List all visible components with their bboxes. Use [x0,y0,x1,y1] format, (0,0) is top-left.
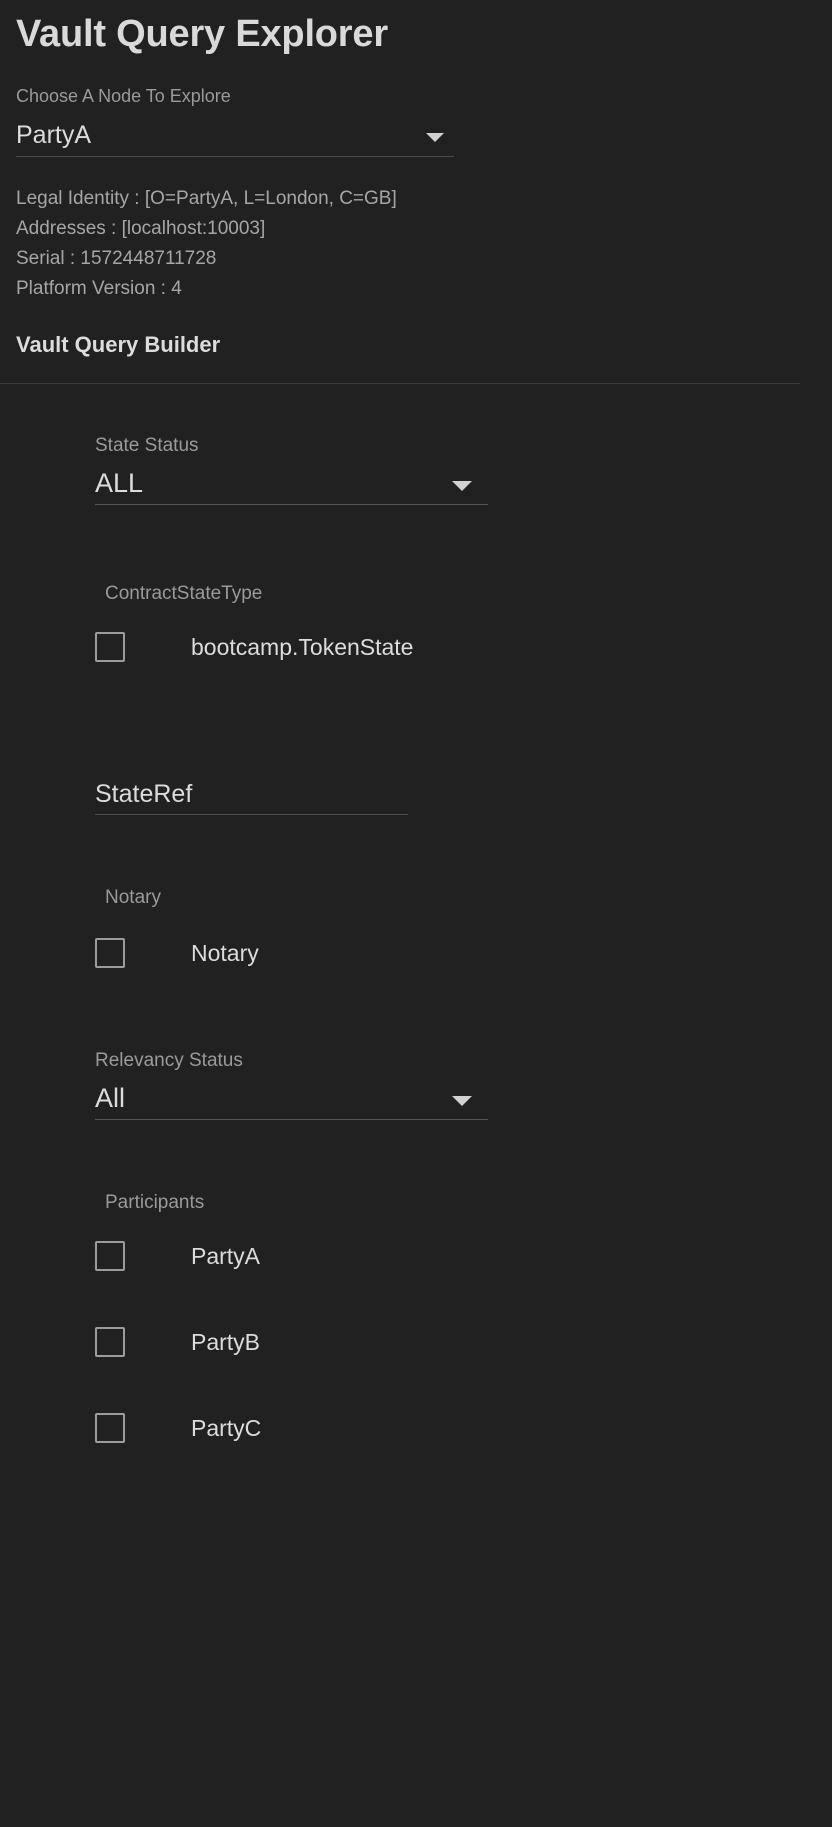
node-select-value: PartyA [16,118,91,156]
chevron-down-icon [452,481,472,491]
checkbox-label: bootcamp.TokenState [191,632,413,662]
node-select[interactable]: PartyA [16,112,454,157]
notary-checkbox[interactable] [95,938,125,968]
node-serial: Serial : 1572448711728 [16,244,816,274]
node-picker-label: Choose A Node To Explore [16,84,454,108]
participant-partyb-checkbox[interactable] [95,1327,125,1357]
participants-field: Participants PartyA PartyB PartyC [95,1190,816,1453]
checkbox-label: PartyA [191,1241,260,1271]
node-info: Legal Identity : [O=PartyA, L=London, C=… [16,184,816,304]
notary-field: Notary Notary [95,885,816,978]
chevron-down-icon [452,1096,472,1106]
contract-state-type-field: ContractStateType bootcamp.TokenState [95,581,816,672]
vault-query-builder-form: State Status ALL ContractStateType bootc… [16,384,816,1453]
state-status-value: ALL [95,465,143,504]
checkbox-label: PartyB [191,1327,260,1357]
checkbox-row[interactable]: bootcamp.TokenState [95,622,816,672]
contract-state-type-label: ContractStateType [95,581,816,607]
node-addresses: Addresses : [localhost:10003] [16,214,816,244]
participant-partya-checkbox[interactable] [95,1241,125,1271]
relevancy-status-select[interactable]: All [95,1074,488,1120]
state-ref-field: StateRef [95,770,816,815]
vault-query-builder-title: Vault Query Builder [16,304,816,360]
state-status-select[interactable]: ALL [95,459,488,505]
checkbox-label: PartyC [191,1413,261,1443]
relevancy-status-label: Relevancy Status [95,1048,816,1074]
checkbox-label: Notary [191,938,259,968]
relevancy-status-field: Relevancy Status All [95,1048,816,1120]
node-platform-version: Platform Version : 4 [16,274,816,304]
state-ref-value: StateRef [95,777,192,814]
state-ref-input[interactable]: StateRef [95,770,408,815]
relevancy-status-value: All [95,1080,125,1119]
checkbox-row[interactable]: PartyB [95,1317,816,1367]
state-status-field: State Status ALL [95,433,816,505]
page-title: Vault Query Explorer [16,0,816,60]
vault-query-explorer-page: Vault Query Explorer Choose A Node To Ex… [0,0,832,1827]
checkbox-row[interactable]: PartyA [95,1231,816,1281]
checkbox-row[interactable]: Notary [95,928,816,978]
checkbox-row[interactable]: PartyC [95,1403,816,1453]
notary-group-label: Notary [95,885,816,911]
participants-group-label: Participants [95,1190,816,1216]
state-status-label: State Status [95,433,816,459]
contract-state-type-checkbox[interactable] [95,632,125,662]
node-picker: Choose A Node To Explore PartyA [16,84,454,157]
node-legal-identity: Legal Identity : [O=PartyA, L=London, C=… [16,184,816,214]
participant-partyc-checkbox[interactable] [95,1413,125,1443]
chevron-down-icon [426,133,444,142]
